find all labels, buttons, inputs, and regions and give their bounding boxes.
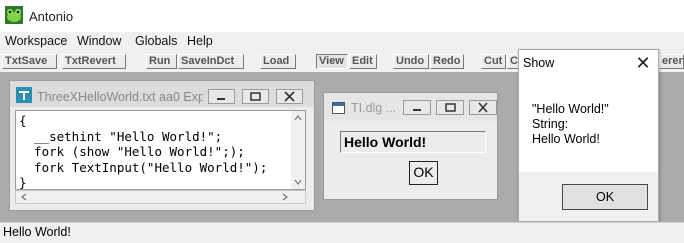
- status-text: Hello World!: [3, 225, 71, 239]
- scroll-right-icon[interactable]: [279, 191, 291, 203]
- ti-window-title: TI.dlg ...: [351, 101, 397, 115]
- ti-maximize-button[interactable]: [436, 100, 464, 115]
- maximize-icon: [445, 103, 456, 112]
- toolbar-right-partial-button[interactable]: eren: [659, 54, 684, 69]
- load-button[interactable]: Load: [260, 54, 296, 69]
- tools-icon: [16, 87, 32, 103]
- redo-button[interactable]: Redo: [430, 54, 464, 69]
- code-text[interactable]: { __sethint "Hello World!"; fork (show "…: [19, 113, 267, 191]
- minimize-icon: [413, 109, 421, 111]
- menu-globals[interactable]: Globals: [135, 34, 177, 48]
- status-bar: [0, 222, 684, 243]
- close-icon: [478, 102, 488, 113]
- menu-workspace[interactable]: Workspace: [5, 34, 67, 48]
- app-titlebar: [0, 0, 684, 32]
- ti-ok-button[interactable]: OK: [409, 161, 438, 185]
- scroll-up-icon[interactable]: [291, 112, 305, 124]
- show-message-line-1: "Hello World!": [532, 102, 609, 116]
- show-message-line-2: String:: [532, 117, 569, 131]
- minimize-icon: [217, 98, 225, 100]
- txtsave-button[interactable]: TxtSave: [2, 54, 57, 69]
- code-vertical-scrollbar[interactable]: [291, 111, 305, 189]
- ti-minimize-button[interactable]: [403, 100, 431, 115]
- code-window-title: ThreeXHelloWorld.txt aa0 Expr: [37, 90, 203, 104]
- show-message-line-3: Hello World!: [532, 132, 600, 146]
- saveindct-button[interactable]: SaveInDct: [178, 54, 244, 69]
- text-input-value[interactable]: Hello World!: [344, 134, 426, 150]
- txtrevert-button[interactable]: TxtRevert: [62, 54, 126, 69]
- cut-button[interactable]: Cut: [481, 54, 506, 69]
- frog-icon: [5, 6, 23, 24]
- maximize-icon: [250, 92, 261, 101]
- code-minimize-button[interactable]: [208, 89, 235, 104]
- show-dialog-title: Show: [523, 56, 555, 70]
- view-button[interactable]: View: [316, 54, 348, 69]
- menu-window[interactable]: Window: [77, 34, 121, 48]
- code-close-button[interactable]: [276, 89, 303, 104]
- undo-button[interactable]: Undo: [393, 54, 429, 69]
- close-icon[interactable]: ✕: [632, 52, 654, 74]
- app-title: Antonio: [29, 9, 74, 24]
- scroll-left-icon[interactable]: [18, 191, 30, 203]
- code-horizontal-scrollbar[interactable]: [15, 190, 306, 204]
- ti-close-button[interactable]: [469, 100, 497, 115]
- dialog-icon: [332, 102, 345, 114]
- run-button[interactable]: Run: [146, 54, 177, 69]
- scroll-down-icon[interactable]: [291, 176, 305, 188]
- show-ok-button[interactable]: OK: [562, 184, 648, 210]
- edit-button[interactable]: Edit: [349, 54, 377, 69]
- menu-help[interactable]: Help: [187, 34, 213, 48]
- close-icon: [284, 91, 295, 102]
- code-maximize-button[interactable]: [242, 89, 269, 104]
